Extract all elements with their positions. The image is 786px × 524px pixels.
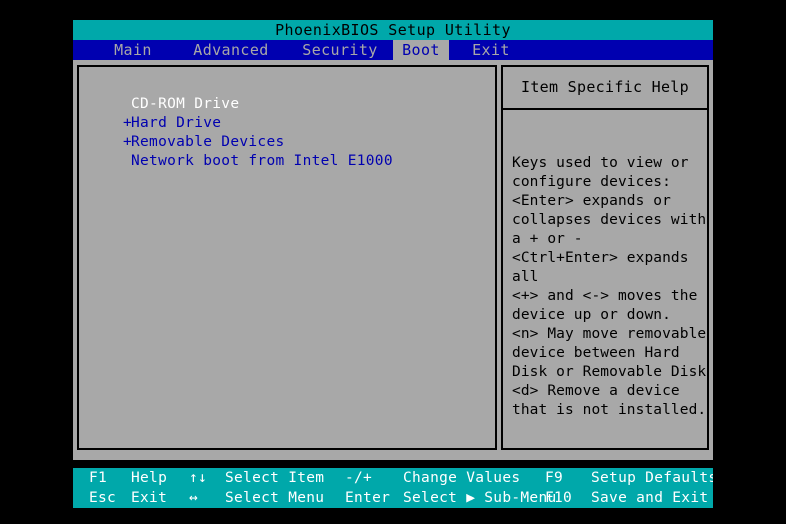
menu-tab-boot[interactable]: Boot	[393, 40, 449, 60]
function-key-description: Select Menu	[225, 490, 325, 506]
function-key-bar: F1 Help ↑↓ Select Item -/+ Change Values F9 Set…	[73, 468, 713, 508]
boot-device-row[interactable]: Network boot from Intel E1000	[123, 152, 493, 171]
menu-bar: Main Advanced Security Boot Exit	[73, 40, 713, 60]
function-key-label[interactable]: Esc	[89, 488, 116, 508]
help-text-line: <d> Remove a device	[512, 383, 680, 399]
help-panel-body: Keys used to view or configure devices: <E…	[501, 110, 709, 450]
boot-device-label: Network boot from Intel E1000	[131, 153, 393, 169]
boot-order-panel: CD-ROM Drive +Hard Drive +Removable Device…	[77, 65, 497, 450]
function-key-description: Setup Defaults	[591, 470, 713, 486]
function-key-description: Select ▶ Sub-Menu	[403, 490, 557, 506]
help-text-line: Keys used to view or	[512, 155, 689, 171]
menu-tab-security[interactable]: Security	[287, 40, 393, 60]
menu-tab-main[interactable]: Main	[91, 40, 175, 60]
function-key-description: Exit	[131, 490, 168, 506]
help-text: Keys used to view or configure devices: <E…	[512, 154, 707, 420]
function-key-description: Select Item	[225, 470, 325, 486]
boot-device-label: Removable Devices	[131, 134, 285, 150]
help-text-line: configure devices:	[512, 174, 671, 190]
boot-device-row[interactable]: +Hard Drive	[123, 114, 493, 133]
function-key-label[interactable]: -/+	[345, 468, 372, 488]
help-text-line: that is not installed.	[512, 402, 707, 418]
function-key-label[interactable]: F9	[545, 468, 563, 488]
help-text-line: all	[512, 269, 539, 285]
function-key-description: Change Values	[403, 470, 521, 486]
help-text-line: collapses devices with	[512, 212, 707, 228]
function-key-label[interactable]: F10	[545, 488, 572, 508]
help-text-line: <Enter> expands or	[512, 193, 671, 209]
function-key-label[interactable]: F1	[89, 468, 107, 488]
expand-plus-icon[interactable]: +	[123, 133, 132, 152]
boot-device-list: CD-ROM Drive +Hard Drive +Removable Device…	[123, 95, 493, 171]
menu-tab-advanced[interactable]: Advanced	[175, 40, 287, 60]
boot-device-row[interactable]: +Removable Devices	[123, 133, 493, 152]
help-panel-title: Item Specific Help	[501, 65, 709, 110]
boot-device-row[interactable]: CD-ROM Drive	[123, 95, 493, 114]
boot-device-label: CD-ROM Drive	[131, 96, 240, 112]
help-text-line: <n> May move removable	[512, 326, 707, 342]
bios-setup-window: PhoenixBIOS Setup Utility Main Advanced Se…	[73, 20, 713, 508]
content-area: CD-ROM Drive +Hard Drive +Removable Device…	[73, 60, 713, 460]
menu-tab-exit[interactable]: Exit	[449, 40, 533, 60]
help-text-line: <+> and <-> moves the	[512, 288, 698, 304]
help-text-line: Disk or Removable Disk	[512, 364, 707, 380]
function-key-label[interactable]: ↑↓	[189, 468, 207, 488]
item-specific-help-panel: Item Specific Help Keys used to view or c…	[501, 65, 709, 450]
window-title: PhoenixBIOS Setup Utility	[73, 20, 713, 40]
help-text-line: device between Hard	[512, 345, 680, 361]
boot-row-indent	[123, 152, 131, 171]
help-text-line: device up or down.	[512, 307, 671, 323]
expand-plus-icon[interactable]: +	[123, 114, 132, 133]
help-text-line: <Ctrl+Enter> expands	[512, 250, 689, 266]
boot-device-label: Hard Drive	[131, 115, 222, 131]
function-key-label[interactable]: ↔	[189, 488, 198, 508]
function-key-description: Help	[131, 470, 168, 486]
function-key-description: Save and Exit	[591, 490, 709, 506]
function-key-label[interactable]: Enter	[345, 488, 390, 508]
help-text-line: a + or -	[512, 231, 583, 247]
boot-row-indent	[123, 95, 131, 114]
